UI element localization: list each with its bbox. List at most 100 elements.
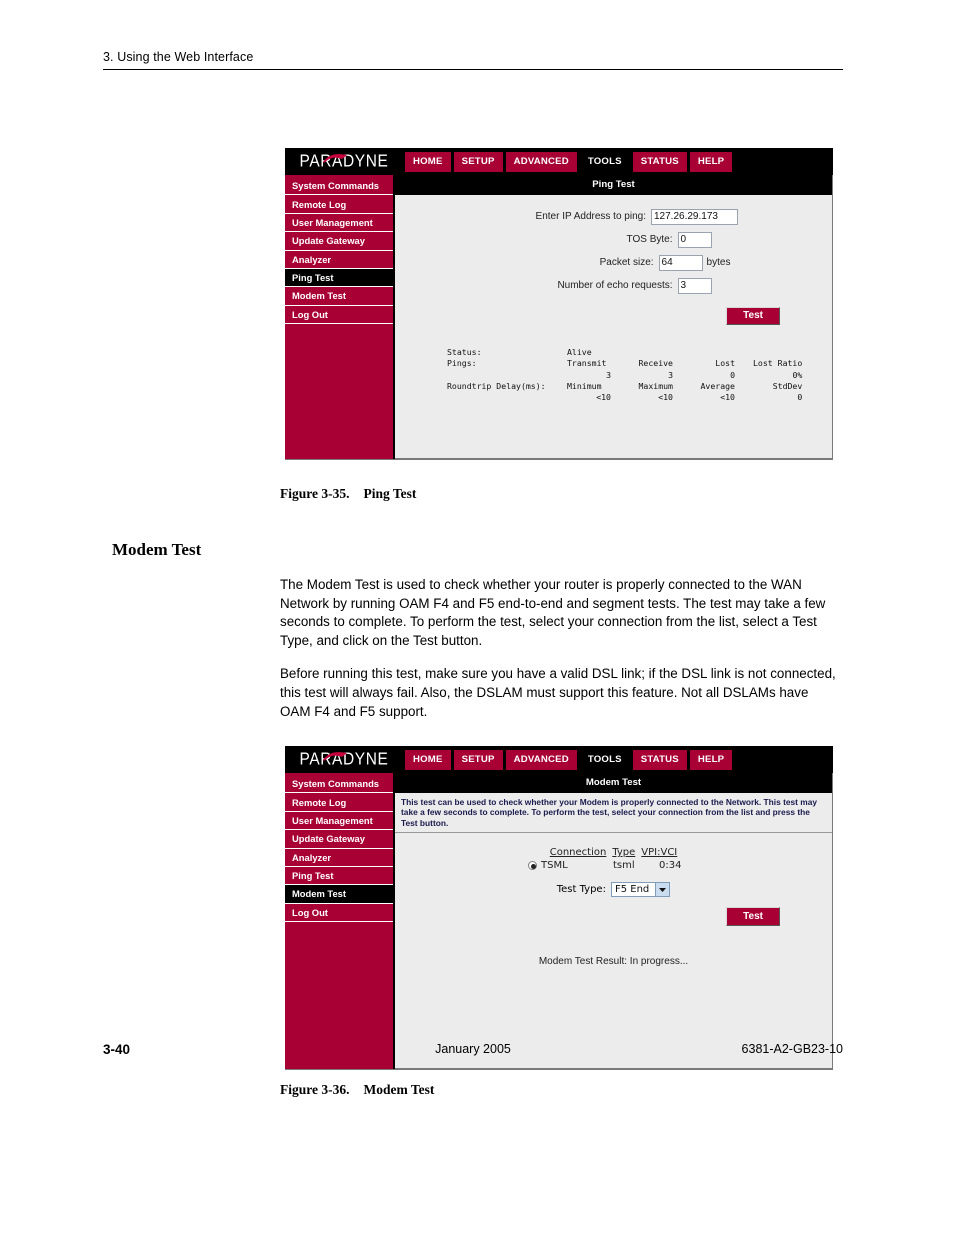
pings-value-lost-ratio: 0% <box>792 369 803 380</box>
test-type-select[interactable]: F5 End <box>610 882 671 898</box>
footer-page-number: 3-40 <box>103 1042 131 1057</box>
pings-header-lost-ratio: Lost Ratio <box>753 358 803 369</box>
tos-byte-input[interactable]: 0 <box>677 231 712 248</box>
modem-test-description: This test can be used to check whether y… <box>395 792 832 834</box>
pings-header-transmit: Transmit <box>567 358 607 369</box>
pings-header-receive: Receive <box>638 358 673 369</box>
nav-status-2[interactable]: STATUS <box>632 749 687 770</box>
sidebar-item-update-gateway[interactable]: Update Gateway <box>285 232 393 251</box>
page-title: Ping Test <box>395 175 832 195</box>
delay-value-average: <10 <box>720 392 735 403</box>
nav-help[interactable]: HELP <box>689 151 733 172</box>
paradyne-logo: PARADYNE <box>291 148 397 175</box>
nav-advanced[interactable]: ADVANCED <box>505 151 577 172</box>
sidebar-item-modem-test[interactable]: Modem Test <box>285 287 393 306</box>
sidebar-item-system-commands-2[interactable]: System Commands <box>285 775 393 794</box>
connection-radio-icon[interactable] <box>528 861 537 871</box>
sidebar-item-user-management[interactable]: User Management <box>285 213 393 233</box>
delay-header-stddev: StdDev <box>772 380 803 391</box>
ip-address-input[interactable]: 127.26.29.173 <box>651 208 738 225</box>
sidebar-item-log-out[interactable]: Log Out <box>285 305 393 324</box>
ping-button-row: Test <box>395 301 832 325</box>
pings-label: Pings: <box>447 358 477 369</box>
footer-doc-number: 6381-A2-GB23-10 <box>741 1042 843 1056</box>
modem-test-button[interactable]: Test <box>726 907 780 926</box>
sidebar-item-analyzer[interactable]: Analyzer <box>285 250 393 269</box>
sidebar-item-system-commands[interactable]: System Commands <box>285 177 393 196</box>
ip-address-label: Enter IP Address to ping: <box>535 211 646 222</box>
packet-size-unit: bytes <box>706 257 731 268</box>
tos-byte-label: TOS Byte: <box>626 234 673 245</box>
nav-home[interactable]: HOME <box>405 151 451 172</box>
sidebar: System Commands Remote Log User Manageme… <box>285 175 395 459</box>
delay-value-minimum: <10 <box>596 392 611 403</box>
ping-headers-row: Pings: Transmit Receive Lost Lost Ratio <box>447 358 820 369</box>
sidebar-item-log-out-2[interactable]: Log Out <box>285 903 393 922</box>
tos-byte-row: TOS Byte: 0 <box>395 231 832 248</box>
paragraph-2: Before running this test, make sure you … <box>280 666 836 719</box>
delay-values-row: <10 <10 <10 0 <box>447 392 820 403</box>
sidebar-item-ping-test[interactable]: Ping Test <box>285 268 393 288</box>
echo-requests-row: Number of echo requests: 3 <box>395 277 832 294</box>
delay-header-minimum: Minimum <box>567 380 602 391</box>
packet-size-input[interactable]: 64 <box>658 254 703 271</box>
pings-value-lost: 0 <box>730 369 735 380</box>
ping-status-label: Status: <box>447 347 482 357</box>
pings-value-receive: 3 <box>668 369 673 380</box>
nav-setup[interactable]: SETUP <box>453 151 503 172</box>
figure-number-modem: Figure 3-36. <box>280 1082 350 1097</box>
nav-home-2[interactable]: HOME <box>405 749 451 770</box>
nav-help-2[interactable]: HELP <box>689 749 733 770</box>
sidebar-item-remote-log[interactable]: Remote Log <box>285 195 393 214</box>
nav-advanced-2[interactable]: ADVANCED <box>505 749 577 770</box>
figure-title-modem: Modem Test <box>363 1082 435 1097</box>
content-panel-2: Modem Test This test can be used to chec… <box>395 773 833 1069</box>
paradyne-logo-2: PARADYNE <box>291 746 397 773</box>
nav-setup-2[interactable]: SETUP <box>453 749 503 770</box>
sidebar-item-remote-log-2[interactable]: Remote Log <box>285 793 393 812</box>
nav-tools[interactable]: TOOLS <box>579 151 630 172</box>
delay-value-stddev: 0 <box>797 392 803 403</box>
connection-name: TSML <box>541 860 568 872</box>
delay-headers-row: Roundtrip Delay(ms): Minimum Maximum Ave… <box>447 381 820 392</box>
connection-vpi-vci: 0:34 <box>659 860 682 872</box>
router-body-2: System Commands Remote Log User Manageme… <box>285 773 833 1069</box>
figure-title-ping: Ping Test <box>363 486 417 501</box>
ping-test-button[interactable]: Test <box>726 306 780 325</box>
running-header-text: 3. Using the Web Interface <box>103 50 254 64</box>
connection-row: TSML tsml 0:34 <box>395 860 832 871</box>
sidebar-item-analyzer-2[interactable]: Analyzer <box>285 848 393 867</box>
sidebar-item-update-gateway-2[interactable]: Update Gateway <box>285 830 393 849</box>
sidebar-item-ping-test-2[interactable]: Ping Test <box>285 866 393 886</box>
modem-test-result: Modem Test Result: In progress... <box>538 955 689 967</box>
sidebar-2: System Commands Remote Log User Manageme… <box>285 773 395 1069</box>
connection-table: Connection Type VPI:VCI TSML tsml 0:34 <box>395 833 832 871</box>
sidebar-item-modem-test-2[interactable]: Modem Test <box>285 885 393 904</box>
figure-caption-modem: Figure 3-36. Modem Test <box>280 1082 434 1098</box>
content-panel: Ping Test Enter IP Address to ping: 127.… <box>395 175 833 459</box>
header-connection: Connection <box>549 847 607 859</box>
chevron-down-icon[interactable] <box>655 883 670 897</box>
ping-status-value: Alive <box>567 347 592 357</box>
header-rule <box>103 69 843 70</box>
modem-button-row: Test <box>395 897 832 926</box>
header-vpi-vci: VPI:VCI <box>641 847 678 859</box>
sidebar-item-user-management-2[interactable]: User Management <box>285 811 393 831</box>
echo-requests-input[interactable]: 3 <box>677 277 712 294</box>
ping-results-table: Status: Alive Pings: Transmit Receive Lo… <box>447 347 820 403</box>
ping-status-row: Status: Alive <box>447 347 820 358</box>
figure-number-ping: Figure 3-35. <box>280 486 350 501</box>
section-body: The Modem Test is used to check whether … <box>280 576 842 736</box>
pings-header-lost: Lost <box>715 358 735 369</box>
modem-test-screenshot: PARADYNE HOME SETUP ADVANCED TOOLS STATU… <box>285 746 833 1070</box>
ping-values-row: 3 3 0 0% <box>447 370 820 381</box>
packet-size-row: Packet size: 64 bytes <box>395 254 832 271</box>
footer-date: January 2005 <box>435 1042 511 1056</box>
ip-address-row: Enter IP Address to ping: 127.26.29.173 <box>395 208 832 225</box>
nav-status[interactable]: STATUS <box>632 151 687 172</box>
ping-test-screenshot: PARADYNE HOME SETUP ADVANCED TOOLS STATU… <box>285 148 833 460</box>
figure-caption-ping: Figure 3-35. Ping Test <box>280 486 416 502</box>
paradyne-logo-text: PARADYNE <box>299 151 389 171</box>
primary-nav: HOME SETUP ADVANCED TOOLS STATUS HELP <box>405 151 733 172</box>
nav-tools-2[interactable]: TOOLS <box>579 749 630 770</box>
